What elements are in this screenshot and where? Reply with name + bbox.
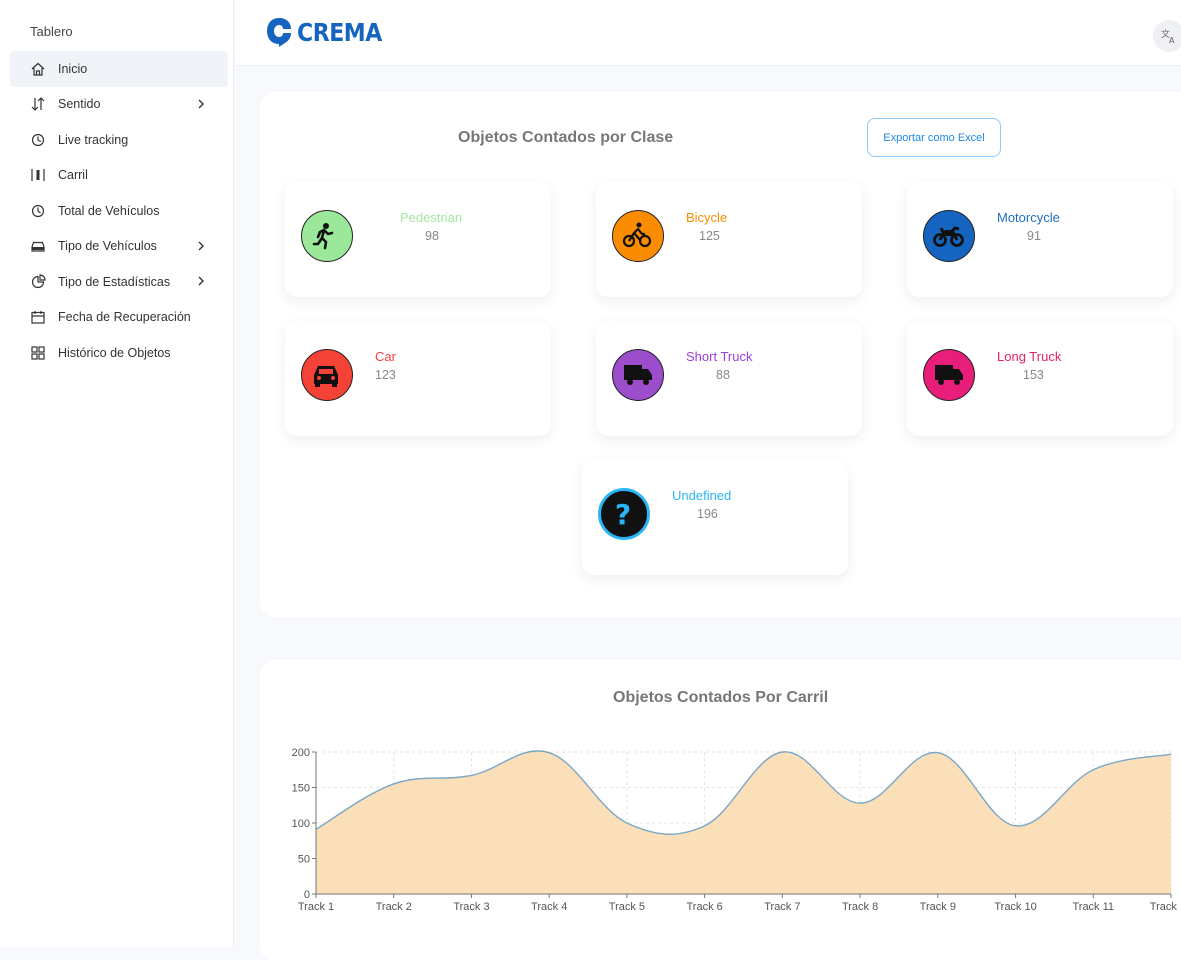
sidebar-item-label: Histórico de Objetos: [58, 345, 171, 360]
y-tick-label: 200: [292, 747, 310, 759]
sidebar-item-label: Total de Vehículos: [58, 203, 160, 218]
sidebar-item-label: Sentido: [58, 97, 101, 112]
car-front-icon: [301, 349, 353, 401]
x-tick-label: Track 9: [920, 901, 956, 913]
x-tick-label: Track 11: [1072, 901, 1114, 913]
class-label: Car: [375, 349, 396, 364]
class-label: Bicycle: [686, 210, 728, 225]
sidebar-item-fecha-de-recuperaci-n[interactable]: Fecha de Recuperación: [10, 300, 228, 336]
class-card-short-truck[interactable]: Short Truck 88: [596, 321, 862, 436]
class-label: Undefined: [672, 488, 732, 503]
class-count: 88: [716, 368, 730, 382]
class-card-motorcycle[interactable]: Motorcycle 91: [907, 182, 1173, 297]
sidebar-item-carril[interactable]: Carril: [10, 158, 228, 194]
area-fill: [316, 750, 1171, 894]
pie-chart-icon: [30, 274, 46, 290]
truck-icon: [612, 349, 664, 401]
sidebar-nav: Inicio Sentido Live tracking Carril Total de…: [10, 51, 228, 371]
truck-icon: [923, 349, 975, 401]
crema-logo-icon: [267, 18, 291, 47]
x-tick-label: Track 3: [453, 901, 489, 913]
sidebar-item-sentido[interactable]: Sentido: [10, 87, 228, 123]
class-card-bicycle[interactable]: Bicycle 125: [596, 182, 862, 297]
calendar-icon: [30, 309, 46, 325]
chevron-right-icon: [194, 274, 208, 288]
question-mark-icon: ?: [598, 488, 650, 540]
svg-text:?: ?: [615, 498, 631, 530]
clock-icon: [30, 203, 46, 219]
class-label: Pedestrian: [400, 210, 463, 225]
class-count: 153: [1023, 368, 1044, 382]
class-count: 91: [1027, 229, 1041, 243]
class-label: Motorcycle: [997, 210, 1060, 225]
x-tick-label: Track 1: [298, 901, 334, 913]
class-label: Short Truck: [686, 349, 753, 364]
crema-logo[interactable]: CREMA: [265, 16, 393, 48]
sidebar-item-live-tracking[interactable]: Live tracking: [10, 122, 228, 158]
sidebar-item-tipo-de-estad-sticas[interactable]: Tipo de Estadísticas: [10, 264, 228, 300]
class-card-long-truck[interactable]: Long Truck 153: [907, 321, 1173, 436]
sidebar-item-inicio[interactable]: Inicio: [10, 51, 228, 87]
top-header: CREMA 文 A: [235, 0, 1181, 66]
sidebar: Tablero Inicio Sentido Live tracking Carril…: [0, 0, 234, 947]
lane-area-chart: 0 50 100 150 200 Track 1 Track 2 Track 3 Track 4…: [292, 747, 1178, 913]
class-card-pedestrian[interactable]: Pedestrian 98: [285, 182, 551, 297]
chevron-right-icon: [194, 239, 208, 253]
sidebar-item-total-de-veh-culos[interactable]: Total de Vehículos: [10, 193, 228, 229]
objects-by-class-panel: Objetos Contados por Clase Exportar como…: [260, 92, 1181, 617]
motorcycle-icon: [923, 210, 975, 262]
class-label: Long Truck: [997, 349, 1062, 364]
lane-icon: [30, 167, 46, 183]
home-icon: [30, 61, 46, 77]
sort-arrows-icon: [30, 96, 46, 112]
class-count: 196: [697, 507, 718, 521]
x-tick-label: Track 7: [764, 901, 800, 913]
chevron-right-icon: [194, 97, 208, 111]
car-icon: [30, 238, 46, 254]
x-tick-label: Track 6: [687, 901, 723, 913]
x-tick-label: Track 8: [842, 901, 878, 913]
class-count: 98: [425, 229, 439, 243]
class-count: 125: [699, 229, 720, 243]
y-tick-label: 50: [298, 854, 310, 866]
class-card-undefined[interactable]: ? Undefined 196: [582, 460, 848, 575]
sidebar-title: Tablero: [30, 24, 73, 39]
panel-title: Objetos Contados por Clase: [458, 129, 674, 146]
objects-by-lane-panel: Objetos Contados Por Carril 0 50 100 150 200…: [260, 660, 1181, 960]
logo-text: CREMA: [297, 17, 382, 47]
class-card-car[interactable]: Car 123: [285, 321, 551, 436]
sidebar-item-tipo-de-veh-culos[interactable]: Tipo de Vehículos: [10, 229, 228, 265]
sidebar-item-label: Tipo de Estadísticas: [58, 274, 171, 289]
x-tick-label: Track 5: [609, 901, 645, 913]
svg-text:A: A: [1169, 36, 1175, 44]
x-tick-label: Track 2: [376, 901, 412, 913]
x-tick-label: Track 4: [531, 901, 567, 913]
x-tick-label: Track 10: [994, 901, 1036, 913]
export-excel-button[interactable]: Exportar como Excel: [867, 118, 1001, 157]
y-tick-label: 0: [304, 889, 310, 901]
clock-tracking-icon: [30, 132, 46, 148]
x-tick-label: Track 12: [1150, 901, 1178, 913]
class-count: 123: [375, 368, 396, 382]
y-tick-label: 100: [292, 818, 310, 830]
grid-icon: [30, 345, 46, 361]
running-person-icon: [301, 210, 353, 262]
y-tick-label: 150: [292, 783, 310, 795]
translate-icon: 文 A: [1161, 28, 1175, 44]
sidebar-item-label: Fecha de Recuperación: [58, 310, 191, 325]
sidebar-item-label: Live tracking: [58, 132, 129, 147]
sidebar-item-label: Carril: [58, 168, 88, 183]
sidebar-item-hist-rico-de-objetos[interactable]: Histórico de Objetos: [10, 335, 228, 371]
translate-button[interactable]: 文 A: [1153, 20, 1181, 52]
chart-title: Objetos Contados Por Carril: [613, 689, 829, 706]
sidebar-item-label: Inicio: [58, 61, 88, 76]
bicycle-icon: [612, 210, 664, 262]
sidebar-item-label: Tipo de Vehículos: [58, 239, 157, 254]
